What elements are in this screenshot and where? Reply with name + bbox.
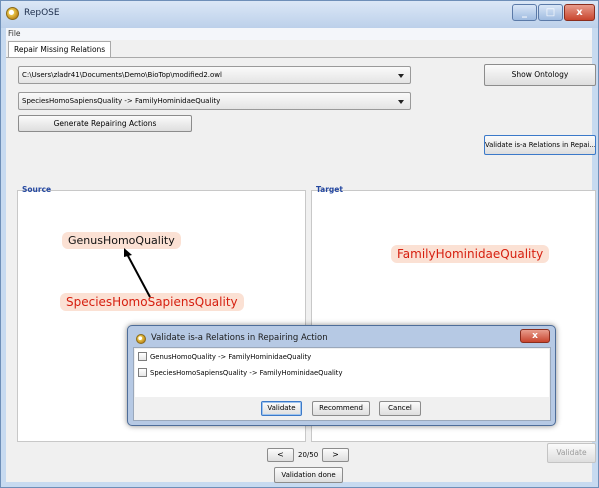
dialog-cancel-button[interactable]: Cancel	[379, 401, 421, 416]
is-a-arrow	[124, 248, 151, 298]
window-title: RepOSE	[24, 8, 60, 18]
ontology-path-value: C:\Users\zladr41\Documents\Demo\BioTop\m…	[22, 71, 222, 79]
validation-done-button[interactable]: Validation done	[274, 467, 343, 483]
app-icon	[6, 7, 19, 20]
chevron-down-icon	[398, 100, 404, 104]
tab-divider	[6, 57, 592, 58]
ontology-path-combo[interactable]: C:\Users\zladr41\Documents\Demo\BioTop\m…	[18, 66, 411, 84]
checkbox[interactable]	[138, 351, 147, 361]
close-icon: x	[576, 7, 583, 18]
page-indicator: 20/50	[298, 451, 319, 459]
next-page-button[interactable]: >	[322, 448, 349, 462]
checklist-item-label: SpeciesHomoSapiensQuality -> FamilyHomin…	[150, 369, 343, 377]
dialog-recommend-button[interactable]: Recommend	[312, 401, 370, 416]
maximize-icon: □	[545, 7, 556, 18]
checklist-item-label: GenusHomoQuality -> FamilyHominidaeQuali…	[150, 353, 312, 361]
validate-is-a-relations-button[interactable]: Validate is-a Relations in Repai...	[484, 135, 596, 155]
dialog-title: Validate is-a Relations in Repairing Act…	[151, 333, 328, 343]
dialog-app-icon	[136, 334, 146, 344]
tab-repair-missing-relations[interactable]: Repair Missing Relations	[8, 41, 112, 58]
menu-file[interactable]: File	[8, 29, 21, 38]
relation-combo[interactable]: SpeciesHomoSapiensQuality -> FamilyHomin…	[18, 92, 411, 110]
source-panel-title: Source	[22, 185, 52, 194]
menu-bar: File	[6, 28, 592, 40]
checklist-item-genus[interactable]: GenusHomoQuality -> FamilyHominidaeQuali…	[138, 351, 312, 364]
validate-dialog: Validate is-a Relations in Repairing Act…	[127, 325, 556, 426]
minimize-button[interactable]: _	[512, 4, 537, 21]
checkbox[interactable]	[138, 367, 147, 377]
checklist-item-species[interactable]: SpeciesHomoSapiensQuality -> FamilyHomin…	[138, 367, 343, 380]
relation-value: SpeciesHomoSapiensQuality -> FamilyHomin…	[22, 97, 221, 105]
minimize-icon: _	[522, 7, 527, 18]
generate-repairing-actions-button[interactable]: Generate Repairing Actions	[18, 115, 192, 132]
prev-page-button[interactable]: <	[267, 448, 294, 462]
show-ontology-button[interactable]: Show Ontology	[484, 64, 596, 86]
dialog-close-button[interactable]: x	[520, 329, 550, 343]
chevron-down-icon	[398, 74, 404, 78]
close-icon: x	[532, 331, 538, 341]
dialog-validate-button[interactable]: Validate	[261, 401, 302, 416]
target-panel-title: Target	[316, 185, 343, 194]
dialog-body: GenusHomoQuality -> FamilyHominidaeQuali…	[133, 347, 551, 421]
relation-checklist: GenusHomoQuality -> FamilyHominidaeQuali…	[135, 349, 549, 397]
validate-button-disabled: Validate	[547, 443, 596, 463]
maximize-button[interactable]: □	[538, 4, 563, 21]
close-button[interactable]: x	[564, 4, 595, 21]
title-bar[interactable]: RepOSE _ □ x	[1, 1, 598, 28]
target-node-family[interactable]: FamilyHominidaeQuality	[391, 245, 550, 263]
